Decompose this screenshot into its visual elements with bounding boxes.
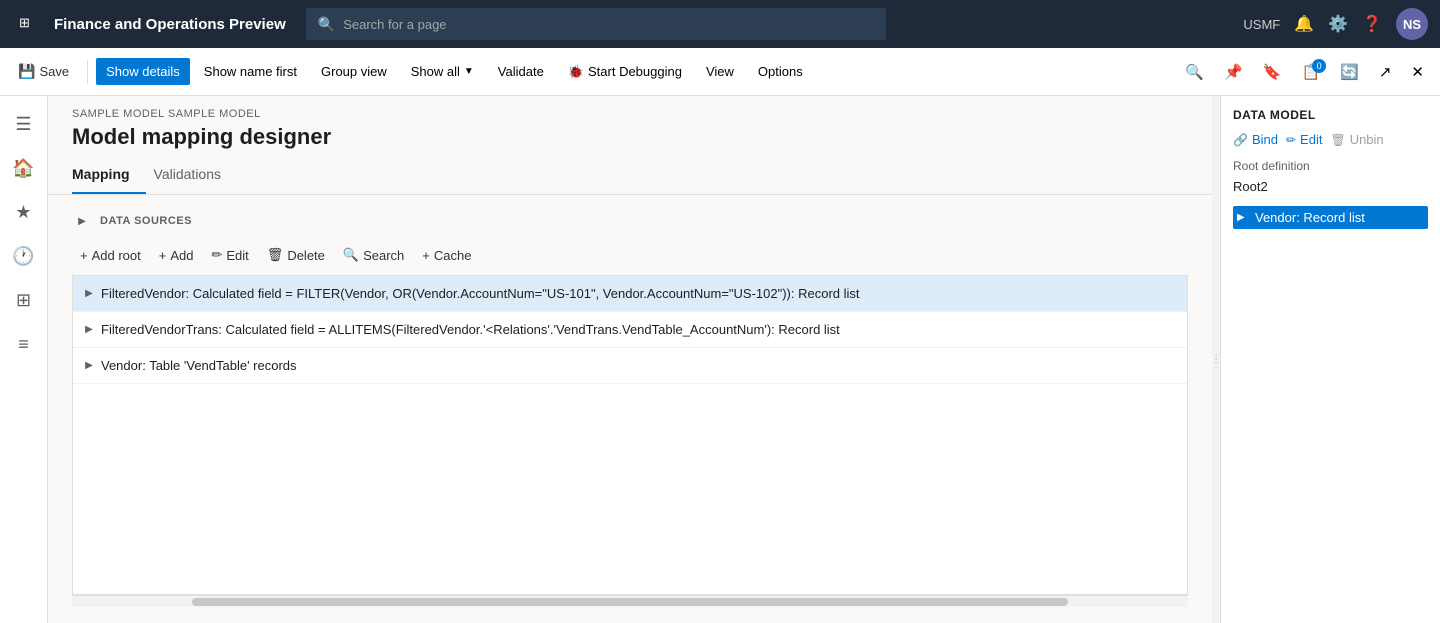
search-icon: 🔍 xyxy=(318,16,335,33)
add-icon: + xyxy=(159,248,167,263)
open-new-window-button[interactable]: ↗ xyxy=(1371,57,1400,87)
tree-expand-icon-1[interactable]: ▶ xyxy=(81,286,97,302)
data-sources-expand-button[interactable]: ▶ xyxy=(72,211,92,231)
show-all-button[interactable]: Show all ▼ xyxy=(401,58,484,85)
toolbar-divider-1 xyxy=(87,60,88,84)
app-grid-icon[interactable]: ⊞ xyxy=(12,8,44,40)
data-sources-title: DATA SOURCES xyxy=(100,215,192,227)
debug-icon: 🐞 xyxy=(568,64,584,80)
show-details-button[interactable]: Show details xyxy=(96,58,190,85)
close-button[interactable]: ✕ xyxy=(1403,57,1432,87)
add-button[interactable]: + Add xyxy=(151,244,202,267)
search-icon: 🔍 xyxy=(1185,63,1204,81)
unbind-icon: 🗑 xyxy=(1330,133,1345,147)
add-root-button[interactable]: + Add root xyxy=(72,244,149,267)
refresh-button[interactable]: 🔄 xyxy=(1332,57,1367,87)
search-ds-icon: 🔍 xyxy=(343,247,359,263)
root-definition-value: Root2 xyxy=(1233,179,1428,194)
tree-item[interactable]: ▶ Vendor: Table 'VendTable' records xyxy=(73,348,1187,384)
main-toolbar: 💾 Save Show details Show name first Grou… xyxy=(0,48,1440,96)
help-icon[interactable]: ❓ xyxy=(1362,14,1382,34)
tree-expand-icon-2[interactable]: ▶ xyxy=(81,322,97,338)
pin-icon: 📌 xyxy=(1224,63,1243,81)
top-nav-right: USMF 🔔 ⚙️ ❓ NS xyxy=(1243,8,1428,40)
page-title: Model mapping designer xyxy=(72,124,1188,150)
tree-item-text-1: FilteredVendor: Calculated field = FILTE… xyxy=(101,286,860,301)
tab-bar: Mapping Validations xyxy=(48,158,1212,195)
left-navigation: ☰ 🏠 ★ 🕐 ⊞ ≡ xyxy=(0,96,48,623)
start-debugging-button[interactable]: 🐞 Start Debugging xyxy=(558,58,692,86)
company-label[interactable]: USMF xyxy=(1243,17,1280,32)
global-search-box[interactable]: 🔍 xyxy=(306,8,886,40)
root-definition-label: Root definition xyxy=(1233,159,1428,173)
delete-button[interactable]: 🗑 Delete xyxy=(259,243,333,267)
data-model-tree-item[interactable]: ▶ Vendor: Record list xyxy=(1233,206,1428,229)
vertical-resizer[interactable]: ⋮ xyxy=(1212,96,1220,623)
tree-item-text-3: Vendor: Table 'VendTable' records xyxy=(101,358,297,373)
data-sources-header: ▶ DATA SOURCES xyxy=(72,211,1188,231)
dm-item-text-1: Vendor: Record list xyxy=(1255,210,1365,225)
chevron-down-icon: ▼ xyxy=(464,66,474,77)
group-view-button[interactable]: Group view xyxy=(311,58,397,85)
search-toolbar-button[interactable]: 🔍 xyxy=(1177,57,1212,87)
data-model-title: DATA MODEL xyxy=(1233,108,1428,122)
data-model-actions: 🔗 Bind ✏ Edit 🗑 Unbin xyxy=(1233,132,1428,147)
edit-button[interactable]: ✏ Edit xyxy=(203,243,256,267)
user-avatar[interactable]: NS xyxy=(1396,8,1428,40)
main-layout: ☰ 🏠 ★ 🕐 ⊞ ≡ SAMPLE MODEL SAMPLE MODEL Mo… xyxy=(0,96,1440,623)
data-sources-tree: ▶ FilteredVendor: Calculated field = FIL… xyxy=(72,275,1188,595)
view-button[interactable]: View xyxy=(696,58,744,85)
main-content-area: SAMPLE MODEL SAMPLE MODEL Model mapping … xyxy=(48,96,1212,623)
tree-item[interactable]: ▶ FilteredVendorTrans: Calculated field … xyxy=(73,312,1187,348)
page-header: SAMPLE MODEL SAMPLE MODEL Model mapping … xyxy=(48,96,1212,158)
refresh-icon: 🔄 xyxy=(1340,63,1359,81)
nav-recent-icon[interactable]: 🕐 xyxy=(4,236,44,276)
cache-icon: + xyxy=(422,248,430,263)
unbind-button[interactable]: 🗑 Unbin xyxy=(1330,132,1383,147)
nav-workspaces-icon[interactable]: ⊞ xyxy=(4,280,44,320)
edit-icon: ✏ xyxy=(211,247,222,263)
search-input[interactable] xyxy=(343,17,874,32)
options-button[interactable]: Options xyxy=(748,58,813,85)
dm-expand-icon-1[interactable]: ▶ xyxy=(1237,212,1251,223)
close-icon: ✕ xyxy=(1411,63,1424,81)
horizontal-scrollbar[interactable] xyxy=(72,595,1188,607)
bind-button[interactable]: 🔗 Bind xyxy=(1233,132,1278,147)
app-title: Finance and Operations Preview xyxy=(54,16,286,33)
cache-button[interactable]: + Cache xyxy=(414,244,479,267)
nav-home-icon[interactable]: 🏠 xyxy=(4,148,44,188)
data-sources-panel: ▶ DATA SOURCES + Add root + Add ✏ Edit 🗑 xyxy=(48,195,1212,623)
settings-icon[interactable]: ⚙️ xyxy=(1328,14,1348,34)
edit-model-icon: ✏ xyxy=(1286,133,1296,147)
data-model-tree: ▶ Vendor: Record list xyxy=(1233,206,1428,611)
bind-icon: 🔗 xyxy=(1233,133,1248,147)
tab-mapping[interactable]: Mapping xyxy=(72,158,146,194)
delete-icon: 🗑 xyxy=(267,247,284,263)
data-sources-toolbar: + Add root + Add ✏ Edit 🗑 Delete 🔍 S xyxy=(72,239,1188,271)
notification-icon[interactable]: 🔔 xyxy=(1294,14,1314,34)
horizontal-scrollbar-thumb[interactable] xyxy=(192,598,1068,606)
top-navigation: ⊞ Finance and Operations Preview 🔍 USMF … xyxy=(0,0,1440,48)
edit-model-button[interactable]: ✏ Edit xyxy=(1286,132,1322,147)
nav-favorites-icon[interactable]: ★ xyxy=(4,192,44,232)
add-root-icon: + xyxy=(80,248,88,263)
bookmark-button[interactable]: 🔖 xyxy=(1255,57,1290,87)
pin-button[interactable]: 📌 xyxy=(1216,57,1251,87)
breadcrumb: SAMPLE MODEL SAMPLE MODEL xyxy=(72,108,1188,120)
search-ds-button[interactable]: 🔍 Search xyxy=(335,243,412,267)
tab-validations[interactable]: Validations xyxy=(154,158,237,194)
external-link-icon: ↗ xyxy=(1379,63,1392,81)
tree-item-text-2: FilteredVendorTrans: Calculated field = … xyxy=(101,322,840,337)
data-model-panel: DATA MODEL 🔗 Bind ✏ Edit 🗑 Unbin Root de… xyxy=(1220,96,1440,623)
nav-hamburger-icon[interactable]: ☰ xyxy=(4,104,44,144)
save-icon: 💾 xyxy=(18,63,35,80)
nav-modules-icon[interactable]: ≡ xyxy=(4,324,44,364)
bookmark-icon: 🔖 xyxy=(1263,63,1282,81)
notifications-badge-button[interactable]: 📋 0 xyxy=(1293,57,1328,87)
tree-item[interactable]: ▶ FilteredVendor: Calculated field = FIL… xyxy=(73,276,1187,312)
save-button[interactable]: 💾 Save xyxy=(8,57,79,86)
show-name-first-button[interactable]: Show name first xyxy=(194,58,307,85)
tree-expand-icon-3[interactable]: ▶ xyxy=(81,358,97,374)
validate-button[interactable]: Validate xyxy=(488,58,554,85)
